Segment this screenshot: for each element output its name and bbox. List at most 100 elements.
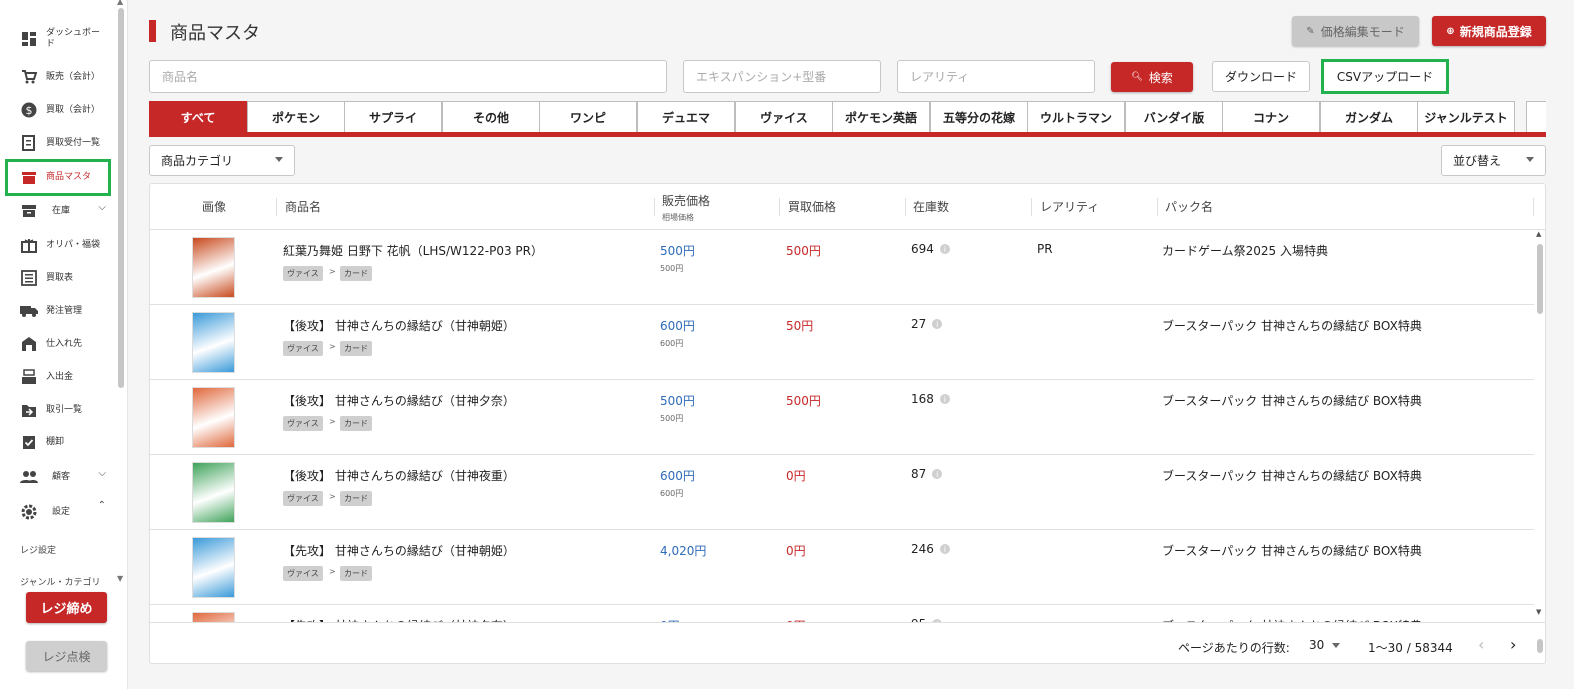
scroll-thumb[interactable] [118, 8, 124, 388]
table-row[interactable]: 【先攻】 甘神さんちの縁結び（甘神朝姫） ヴァイス > カード 4,020円 0円 246 i… [150, 530, 1534, 605]
buy-price[interactable]: 500円 [786, 242, 821, 259]
sidebar-item-price-list[interactable]: 買取表 [8, 263, 110, 293]
expansion-input[interactable] [683, 60, 881, 93]
sidebar-item-purchase-list[interactable]: 買取受付一覧 [8, 128, 110, 158]
download-button[interactable]: ダウンロード [1212, 61, 1310, 92]
buy-price[interactable]: 50円 [786, 317, 813, 334]
info-icon[interactable]: i [939, 544, 950, 554]
chevron-down-icon[interactable]: ⌵ [98, 202, 106, 213]
new-product-button[interactable]: ⊕ 新規商品登録 [1432, 16, 1546, 46]
new-product-label: 新規商品登録 [1459, 24, 1532, 39]
scroll-up-icon[interactable]: ▲ [117, 0, 123, 6]
close-register-button[interactable]: レジ締め [26, 592, 107, 623]
sell-price[interactable]: 4,020円 [660, 542, 706, 559]
tab-genre[interactable]: コナン [1222, 101, 1320, 132]
header-rarity[interactable]: レアリティ [1040, 198, 1099, 215]
sell-price[interactable]: 500円 [660, 392, 695, 409]
check-register-button[interactable]: レジ点検 [26, 641, 107, 671]
store-icon [20, 169, 38, 187]
cart-icon [20, 68, 38, 86]
info-icon[interactable]: i [932, 319, 943, 329]
sidebar-item-product-master[interactable]: 商品マスタ [5, 159, 111, 196]
tab-genre[interactable]: デュエマ [637, 101, 735, 132]
rarity-input[interactable] [897, 60, 1095, 93]
tab-genre[interactable]: バンダイ版 [1125, 101, 1223, 132]
rows-per-page-select[interactable]: 30 [1309, 638, 1341, 652]
tab-genre[interactable]: ポケモン [247, 101, 345, 132]
sidebar-item-label: 顧客 [52, 471, 71, 482]
tab-genre[interactable]: ジャンルテスト [1417, 101, 1515, 132]
search-button[interactable]: 🔍︎ 検索 [1111, 62, 1193, 92]
product-name[interactable]: 【後攻】 甘神さんちの縁結び（甘神夜重） [283, 467, 515, 484]
scroll-down-icon[interactable]: ▼ [117, 574, 123, 583]
tab-genre[interactable]: 五等分の花嫁 [930, 101, 1028, 132]
table-row[interactable]: 【先攻】 甘神さんちの縁結び（甘神夕奈）0円0円95iブースターパック 甘神さん… [150, 605, 1534, 622]
header-name[interactable]: 商品名 [285, 198, 321, 215]
sell-price[interactable]: 600円 [660, 467, 695, 484]
tab-genre[interactable]: ガンダム [1320, 101, 1418, 132]
price-edit-mode-button[interactable]: ✎ 価格編集モード [1292, 16, 1419, 46]
header-pack[interactable]: パック名 [1165, 198, 1213, 215]
header-stock[interactable]: 在庫数 [913, 198, 949, 215]
product-name[interactable]: 【後攻】 甘神さんちの縁結び（甘神夕奈） [283, 392, 515, 409]
buy-price[interactable]: 0円 [786, 467, 806, 484]
sort-select[interactable]: 並び替え [1441, 145, 1546, 176]
product-name[interactable]: 【先攻】 甘神さんちの縁結び（甘神朝姫） [283, 542, 515, 559]
sidebar-item-cash[interactable]: 入出金 [8, 362, 110, 392]
sidebar-item-stocktake[interactable]: 棚卸 [8, 427, 110, 457]
tab-genre[interactable]: ヴァイス [735, 101, 833, 132]
chevron-up-icon[interactable]: ⌃ [98, 500, 106, 511]
product-name[interactable]: 【後攻】 甘神さんちの縁結び（甘神朝姫） [283, 317, 515, 334]
scroll-thumb[interactable] [1537, 639, 1543, 653]
chevron-down-icon[interactable]: ⌵ [98, 468, 106, 479]
stock-value: 246 [911, 542, 934, 556]
table-row[interactable]: 紅葉乃舞姫 日野下 花帆（LHS/W122-P03 PR） ヴァイス > カード 500… [150, 230, 1534, 305]
csv-upload-button[interactable]: CSVアップロード [1321, 59, 1449, 94]
tab-genre[interactable]: すべて [149, 101, 247, 132]
sidebar-item-orders[interactable]: 発注管理 [8, 296, 110, 326]
tab-genre[interactable]: ワンピ [539, 101, 637, 132]
tab-genre[interactable]: ウルトラマン [1027, 101, 1125, 132]
info-icon[interactable]: i [932, 469, 943, 479]
sell-price[interactable]: 600円 [660, 317, 695, 334]
footer-scrollbar[interactable] [1536, 633, 1544, 663]
tab-genre[interactable]: サプライ [344, 101, 442, 132]
product-name-input[interactable] [149, 60, 667, 93]
tab-genre[interactable]: その他 [442, 101, 540, 132]
sidebar-item-settings[interactable]: 設定 ⌃ [8, 497, 110, 527]
header-sell-price[interactable]: 販売価格 [662, 192, 710, 209]
tab-genre[interactable]: ア [1526, 101, 1546, 132]
scroll-up-icon[interactable]: ▲ [1536, 230, 1541, 238]
sidebar-item-transactions[interactable]: 取引一覧 [8, 395, 110, 425]
info-icon[interactable]: i [939, 244, 950, 254]
sidebar-subitem-genre-category[interactable]: ジャンル・カテゴリ [20, 575, 101, 588]
sidebar-item-suppliers[interactable]: 仕入れ先 [8, 329, 110, 359]
sidebar-subitem-register-settings[interactable]: レジ設定 [20, 543, 56, 556]
add-circle-icon: ⊕ [1446, 25, 1455, 37]
scroll-down-icon[interactable]: ▼ [1536, 608, 1541, 616]
tab-genre[interactable]: ポケモン英語 [832, 101, 930, 132]
sell-price[interactable]: 500円 [660, 242, 695, 259]
category-select[interactable]: 商品カテゴリ [149, 145, 295, 176]
sidebar-item-customers[interactable]: 顧客 ⌵ [8, 462, 110, 492]
sidebar-item-sales[interactable]: 販売（会計） [8, 62, 110, 92]
table-scrollbar[interactable]: ▲ ▼ [1535, 230, 1545, 622]
sidebar-item-oripa[interactable]: オリパ・福袋 [8, 230, 110, 260]
sidebar-item-inventory[interactable]: 在庫 ⌵ [8, 196, 110, 226]
header-buy-price[interactable]: 買取価格 [788, 198, 836, 215]
chevron-left-icon[interactable]: ‹ [1478, 635, 1484, 654]
chevron-right-icon[interactable]: › [1510, 635, 1516, 654]
sidebar-item-purchase[interactable]: $ 買取（会計） [8, 95, 110, 125]
sidebar-item-label: 設定 [52, 506, 71, 517]
buy-price[interactable]: 500円 [786, 392, 821, 409]
scroll-thumb[interactable] [1537, 244, 1543, 314]
sidebar-scrollbar[interactable]: ▲ ▼ [117, 0, 125, 590]
table-row[interactable]: 【後攻】 甘神さんちの縁結び（甘神朝姫） ヴァイス > カード 600円 600円 50円 2… [150, 305, 1534, 380]
info-icon[interactable]: i [939, 394, 950, 404]
table-row[interactable]: 【後攻】 甘神さんちの縁結び（甘神夕奈） ヴァイス > カード 500円 500円 500円… [150, 380, 1534, 455]
buy-price[interactable]: 0円 [786, 542, 806, 559]
sidebar-item-dashboard[interactable]: ダッシュボード [8, 24, 110, 54]
table-row[interactable]: 【後攻】 甘神さんちの縁結び（甘神夜重） ヴァイス > カード 600円 600円 0円 87… [150, 455, 1534, 530]
product-name[interactable]: 紅葉乃舞姫 日野下 花帆（LHS/W122-P03 PR） [283, 242, 543, 259]
pencil-icon: ✎ [1306, 25, 1315, 37]
